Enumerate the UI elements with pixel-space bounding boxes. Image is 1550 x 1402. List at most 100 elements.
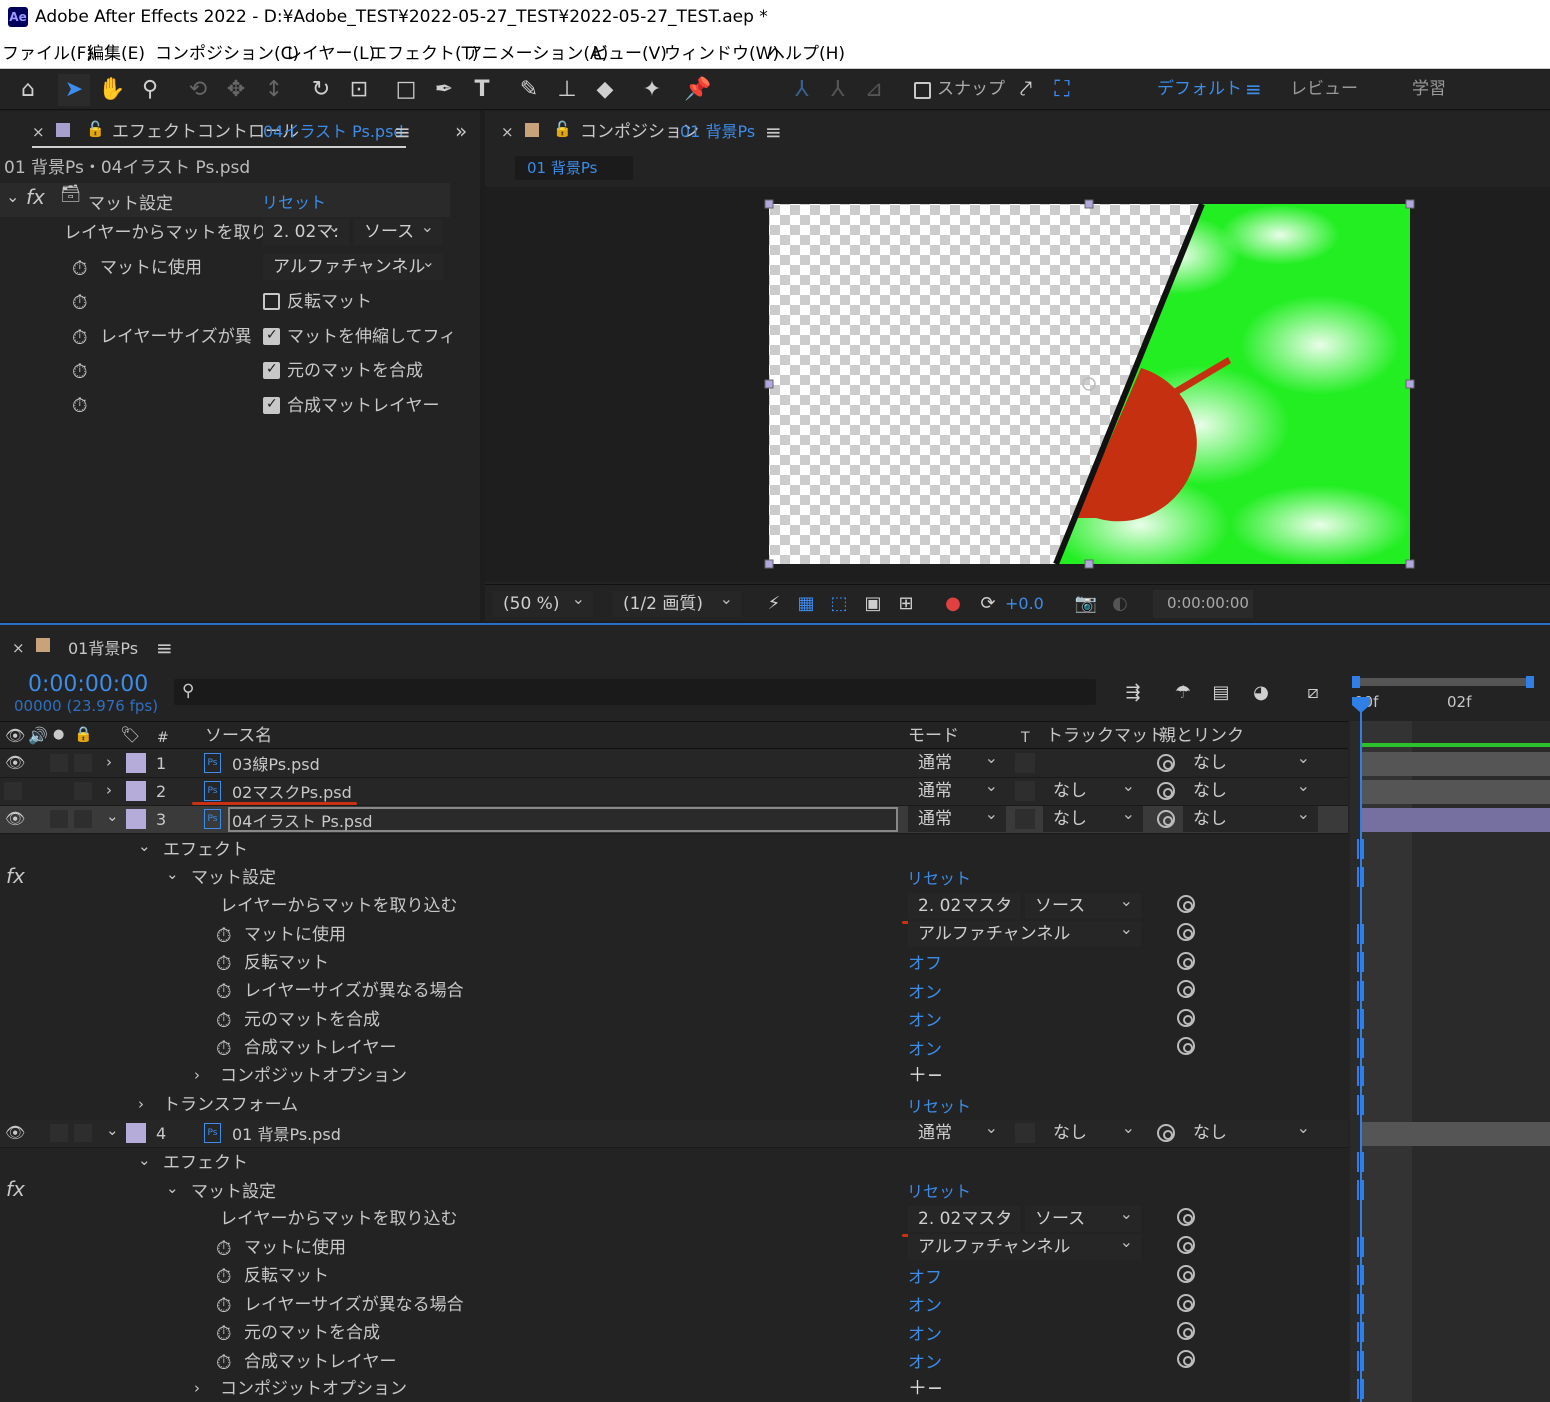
blend-mode-dropdown[interactable]: 通常 — [908, 1120, 1006, 1146]
matte-layer-dropdown[interactable]: 2. 02マスク — [908, 893, 1020, 919]
layer-duration-bar[interactable] — [1362, 752, 1550, 776]
stopwatch-icon[interactable]: ⏱ — [72, 258, 88, 278]
stopwatch-icon[interactable]: ⏱ — [216, 981, 232, 1001]
expand-chevron-icon[interactable]: › — [138, 1097, 144, 1112]
lock-icon[interactable]: 🔒 — [74, 727, 93, 742]
layer-label-color[interactable] — [126, 753, 146, 773]
stopwatch-icon[interactable]: ⏱ — [72, 292, 88, 312]
collapse-chevron-icon[interactable]: ⌄ — [138, 839, 151, 854]
channel-icon[interactable]: ● — [940, 591, 966, 617]
roto-brush-tool-icon[interactable]: ✦ — [636, 74, 668, 106]
expand-panels-icon[interactable]: » — [455, 121, 467, 141]
preserve-transparency-toggle[interactable] — [1015, 1123, 1035, 1143]
layer-name[interactable]: 03線Ps.psd — [232, 757, 320, 773]
expression-pickwhip-icon[interactable] — [1177, 1037, 1195, 1055]
layer-name[interactable]: 02マスクPs.psd — [232, 785, 352, 801]
expression-pickwhip-icon[interactable] — [1177, 1322, 1195, 1340]
menu-composition[interactable]: コンポジション(C) — [155, 46, 299, 63]
keyframe-marker[interactable] — [1357, 924, 1364, 944]
solo-toggle[interactable] — [50, 810, 68, 828]
timeline-search-input[interactable]: ⚲ — [174, 679, 1096, 705]
motion-blur-icon[interactable]: ◕ — [1248, 680, 1274, 706]
lock-toggle[interactable] — [74, 1124, 92, 1142]
use-matte-dropdown[interactable]: アルファチャンネル — [263, 254, 443, 280]
expression-pickwhip-icon[interactable] — [1177, 1236, 1195, 1254]
parent-pickwhip-icon[interactable] — [1157, 1124, 1175, 1142]
effect-reset-link[interactable]: リセット — [262, 195, 326, 211]
layer-label-color[interactable] — [126, 781, 146, 801]
expression-pickwhip-icon[interactable] — [1177, 1294, 1195, 1312]
close-icon[interactable]: × — [32, 125, 45, 140]
collapse-chevron-icon[interactable]: ⌄ — [106, 1123, 119, 1138]
view-axis-icon[interactable]: ⊿ — [858, 74, 890, 106]
close-icon[interactable]: × — [12, 641, 25, 656]
timeline-current-time[interactable]: 0:00:00:00 — [28, 674, 148, 696]
graph-editor-icon[interactable]: ⧄ — [1300, 680, 1326, 706]
stopwatch-icon[interactable]: ⏱ — [216, 1038, 232, 1058]
keyframe-marker[interactable] — [1357, 1351, 1364, 1371]
expression-pickwhip-icon[interactable] — [1177, 895, 1195, 913]
keyframe-marker[interactable] — [1357, 1265, 1364, 1285]
stopwatch-icon[interactable]: ⏱ — [216, 1266, 232, 1286]
invert-matte-value[interactable]: オフ — [908, 1270, 942, 1287]
stopwatch-icon[interactable]: ⏱ — [216, 1352, 232, 1372]
shy-layers-icon[interactable]: ☂ — [1170, 680, 1196, 706]
menu-file[interactable]: ファイル(F) — [2, 46, 93, 63]
parent-dropdown[interactable]: なし — [1183, 806, 1318, 832]
anchor-point-tool-icon[interactable]: ⊡ — [343, 74, 375, 106]
parent-dropdown[interactable]: なし — [1183, 750, 1318, 776]
composite-matte-value[interactable]: オン — [908, 1327, 942, 1344]
preserve-transparency-toggle[interactable] — [1015, 753, 1035, 773]
workspace-menu-icon[interactable]: ≡ — [1245, 79, 1262, 99]
transform-reset[interactable]: リセット — [907, 1099, 971, 1115]
expand-chevron-icon[interactable]: › — [194, 1381, 200, 1396]
visibility-eye-icon[interactable]: 👁 — [5, 755, 25, 771]
type-tool-icon[interactable]: T — [466, 74, 498, 106]
matte-settings-reset[interactable]: リセット — [907, 1184, 971, 1200]
keyframe-marker[interactable] — [1357, 1237, 1364, 1257]
snapshot-camera-icon[interactable]: 📷 — [1073, 591, 1099, 617]
panel-menu-icon[interactable]: ≡ — [156, 638, 173, 658]
composition-canvas[interactable] — [760, 195, 1420, 575]
composite-matte-value[interactable]: オン — [908, 1013, 942, 1030]
premultiply-matte-value[interactable]: オン — [908, 1355, 942, 1372]
preserve-transparency-toggle[interactable] — [1015, 781, 1035, 801]
layer-duration-bar[interactable] — [1362, 780, 1550, 804]
expand-chevron-icon[interactable]: › — [106, 755, 112, 770]
matte-settings-reset[interactable]: リセット — [907, 871, 971, 887]
show-snapshot-icon[interactable]: ◐ — [1107, 591, 1133, 617]
close-icon[interactable]: × — [501, 125, 514, 140]
lock-toggle[interactable] — [74, 754, 92, 772]
comp-flowchart-icon[interactable]: ⇶ — [1120, 680, 1146, 706]
workspace-learn[interactable]: 学習 — [1412, 81, 1446, 98]
stopwatch-icon[interactable]: ⏱ — [72, 395, 88, 415]
expression-pickwhip-icon[interactable] — [1177, 980, 1195, 998]
menu-animation[interactable]: アニメーション(A) — [465, 46, 608, 63]
premultiply-matte-value[interactable]: オン — [908, 1042, 942, 1059]
expression-pickwhip-icon[interactable] — [1177, 952, 1195, 970]
panel-menu-icon[interactable]: ≡ — [394, 122, 411, 142]
keyframe-marker[interactable] — [1357, 1095, 1364, 1115]
snapping-checkbox[interactable] — [914, 82, 931, 99]
parent-dropdown[interactable]: なし — [1183, 778, 1318, 804]
invert-matte-checkbox[interactable] — [263, 293, 280, 310]
collapse-chevron-icon[interactable]: ⌄ — [138, 1153, 151, 1168]
add-remove-mask-buttons[interactable]: ＋− — [908, 1066, 943, 1085]
keyframe-marker[interactable] — [1357, 1066, 1364, 1086]
keyframe-marker[interactable] — [1357, 1152, 1364, 1172]
collapse-chevron-icon[interactable]: ⌄ — [166, 867, 179, 882]
stopwatch-icon[interactable]: ⏱ — [216, 953, 232, 973]
workspace-default[interactable]: デフォルト — [1157, 81, 1242, 98]
layer-duration-bar[interactable] — [1362, 1122, 1550, 1146]
expand-chevron-icon[interactable]: › — [106, 783, 112, 798]
solo-toggle[interactable] — [50, 754, 68, 772]
lock-icon[interactable]: 🔓 — [553, 122, 572, 137]
add-remove-mask-buttons[interactable]: ＋− — [908, 1379, 943, 1398]
home-icon[interactable]: ⌂ — [12, 74, 44, 106]
exposure-value[interactable]: +0.0 — [1005, 596, 1044, 612]
matte-source-dropdown[interactable]: ソース — [1025, 893, 1141, 919]
menu-view[interactable]: ビュー(V) — [591, 46, 667, 63]
expand-chevron-icon[interactable]: › — [194, 1068, 200, 1083]
transparency-grid-icon[interactable]: ▦ — [793, 591, 819, 617]
menu-effect[interactable]: エフェクト(T) — [370, 46, 479, 63]
